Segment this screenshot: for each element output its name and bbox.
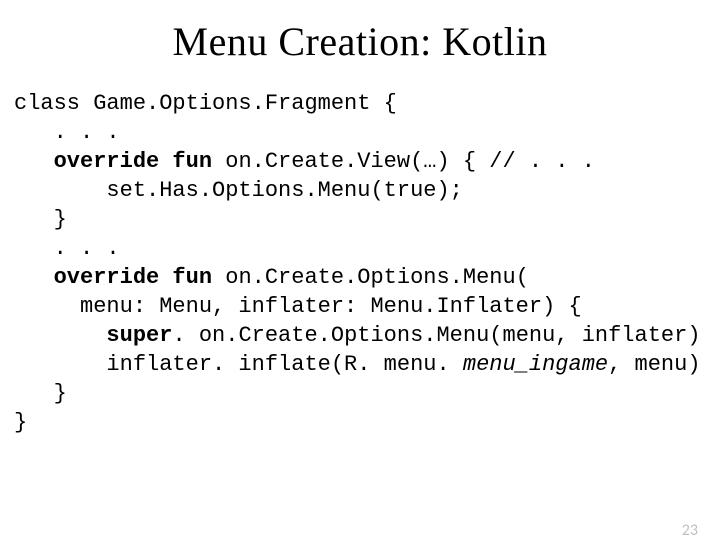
code-keyword-override-fun-2: override fun [54,265,212,290]
code-line-11: } [14,381,67,406]
code-line-7-rest: on.Create.Options.Menu( [212,265,529,290]
code-line-5: } [14,207,67,232]
slide-title: Menu Creation: Kotlin [0,18,720,65]
page-number: 23 [682,521,698,540]
code-block: class Game.Options.Fragment { . . . over… [14,89,720,437]
code-line-10-start: inflater. inflate(R. menu. [14,352,463,377]
code-line-7-indent [14,265,54,290]
code-line-8: menu: Menu, inflater: Menu.Inflater) { [14,294,582,319]
code-italic-menu-ingame: menu_ingame [463,352,608,377]
code-line-4: set.Has.Options.Menu(true); [14,178,463,203]
code-line-12: } [14,410,27,435]
code-line-1: class Game.Options.Fragment { [14,91,397,116]
code-line-10-end: , menu) [608,352,700,377]
code-line-9-rest: . on.Create.Options.Menu(menu, inflater) [172,323,700,348]
code-line-9-indent [14,323,106,348]
code-keyword-override-fun-1: override fun [54,149,212,174]
code-line-2: . . . [14,120,120,145]
code-keyword-super: super [106,323,172,348]
slide: Menu Creation: Kotlin class Game.Options… [0,18,720,540]
code-line-3-rest: on.Create.View(…) { // . . . [212,149,595,174]
code-line-6: . . . [14,236,120,261]
code-line-3-indent [14,149,54,174]
